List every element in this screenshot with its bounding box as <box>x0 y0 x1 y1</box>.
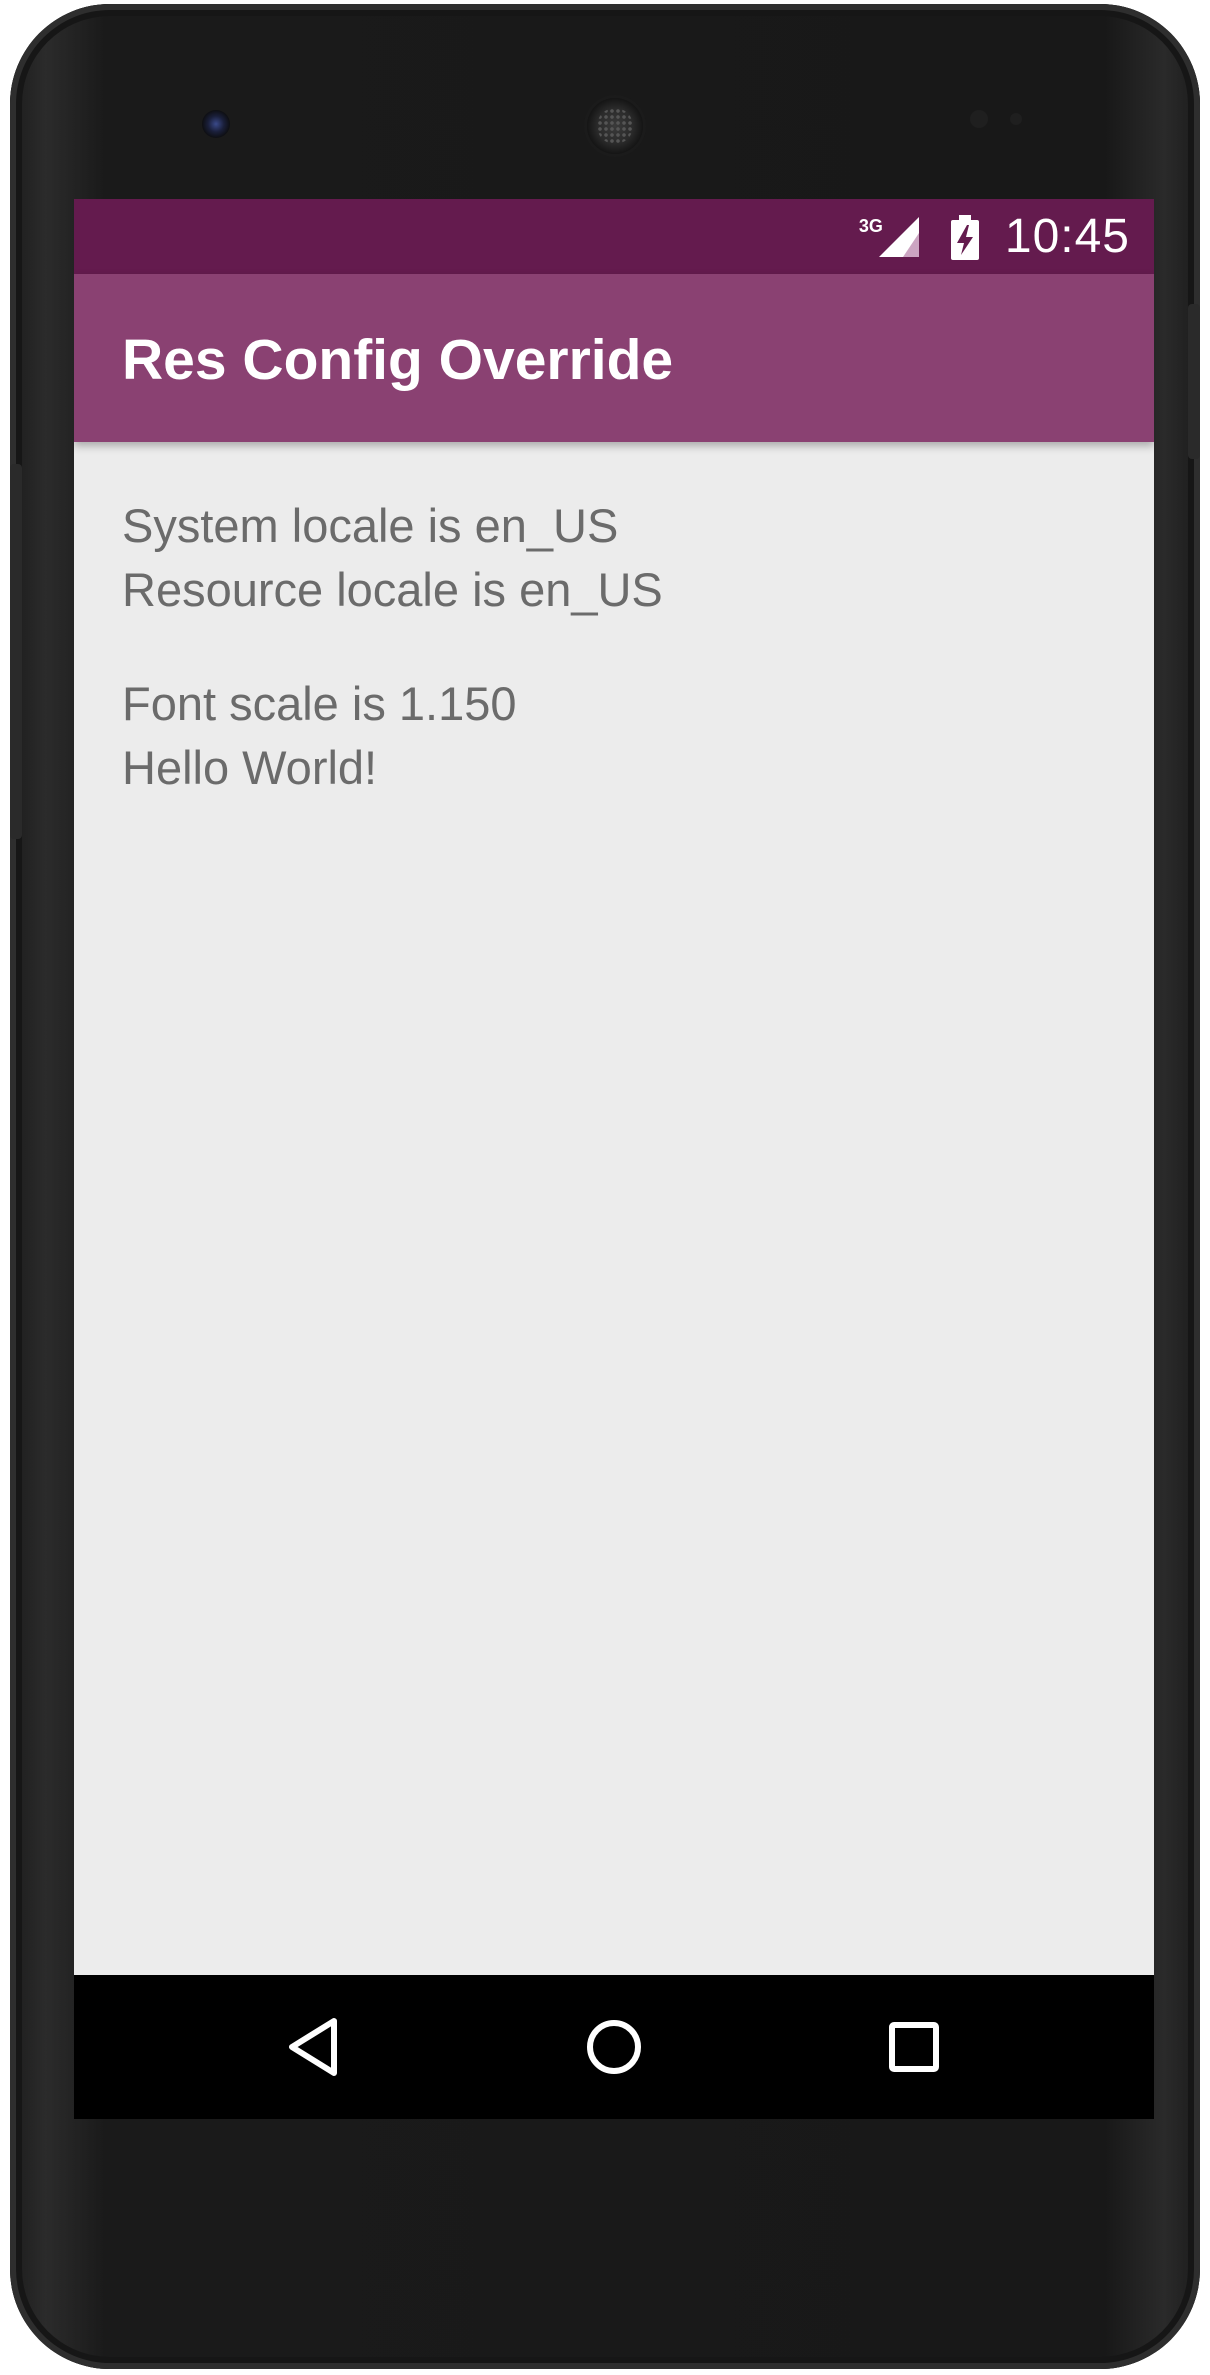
status-clock: 10:45 <box>1004 210 1130 263</box>
back-icon <box>289 2018 337 2076</box>
proximity-sensor <box>970 110 988 128</box>
light-sensor <box>1010 113 1022 125</box>
resource-locale-text: Resource locale is en_US <box>122 563 663 616</box>
home-icon <box>587 2020 641 2074</box>
navigation-bar <box>74 1975 1154 2119</box>
battery-charging-icon <box>950 214 979 260</box>
hello-world-text: Hello World! <box>122 741 378 794</box>
status-bar: 3G 10:45 <box>74 199 1154 274</box>
content-area: System locale is en_US Resource locale i… <box>122 494 1102 800</box>
system-locale-text: System locale is en_US <box>122 499 619 552</box>
back-button[interactable] <box>284 2017 344 2077</box>
front-camera <box>202 110 230 138</box>
status-icons: 3G 10:45 <box>859 199 1130 274</box>
font-scale-text: Font scale is 1.150 <box>122 677 517 730</box>
power-button <box>1188 304 1200 459</box>
volume-button <box>10 464 22 839</box>
phone-frame: 3G 10:45 Res Config Override System loca… <box>10 4 1200 2369</box>
earpiece-speaker <box>587 98 643 154</box>
home-button[interactable] <box>584 2017 644 2077</box>
recents-button[interactable] <box>884 2017 944 2077</box>
app-title: Res Config Override <box>122 328 674 392</box>
screen: 3G 10:45 Res Config Override System loca… <box>74 199 1154 2119</box>
recents-icon <box>889 2022 939 2072</box>
app-bar: Res Config Override <box>74 274 1154 442</box>
signal-icon <box>878 216 919 257</box>
